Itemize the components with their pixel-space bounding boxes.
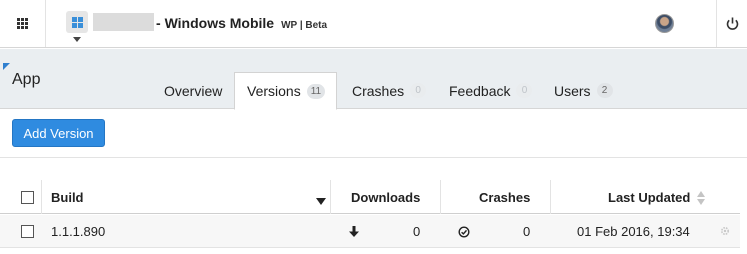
gear-icon[interactable] <box>720 226 730 236</box>
app-header: App Overview Versions 11 Crashes 0 Feedb… <box>0 49 747 110</box>
download-icon <box>349 225 359 237</box>
tab-count-badge: 0 <box>410 83 427 98</box>
add-version-button[interactable]: Add Version <box>12 119 105 147</box>
tab-count-badge: 2 <box>596 83 613 98</box>
last-updated-cell: 01 Feb 2016, 19:34 <box>577 224 690 239</box>
tab-versions[interactable]: Versions 11 <box>234 72 337 110</box>
crashes-cell: 0 <box>523 224 531 239</box>
select-all-checkbox[interactable] <box>21 190 34 204</box>
app-name: Windows Mobile <box>164 15 275 31</box>
row-checkbox[interactable] <box>21 225 34 238</box>
corner-marker-icon <box>3 63 10 70</box>
download-icon-cell <box>349 215 359 248</box>
sign-out-button[interactable] <box>716 0 747 47</box>
app-switcher[interactable] <box>66 11 90 45</box>
column-separator <box>440 180 441 214</box>
app-grid-button[interactable] <box>0 0 46 47</box>
sort-arrows-icon[interactable] <box>697 191 706 206</box>
row-checkbox-cell <box>21 215 34 248</box>
column-header-build[interactable]: Build <box>51 180 84 214</box>
avatar[interactable] <box>655 14 674 33</box>
tab-label: Overview <box>164 82 223 99</box>
column-header-last-updated[interactable]: Last Updated <box>608 180 690 214</box>
redacted-app-name <box>93 13 154 31</box>
table-row[interactable]: 1.1.1.890 0 0 01 Feb 2016, 19:34 <box>0 215 740 248</box>
caret-down-icon <box>73 37 81 42</box>
app-title-prefix: - <box>156 15 165 31</box>
app-title: - Windows Mobile WP | Beta <box>156 15 327 31</box>
tab-label: Versions <box>247 83 301 99</box>
power-icon <box>726 17 738 30</box>
column-header-downloads[interactable]: Downloads <box>351 180 420 214</box>
tab-overview[interactable]: Overview <box>164 72 222 109</box>
tab-count-badge: 11 <box>306 83 326 99</box>
column-separator <box>41 180 42 214</box>
tab-users[interactable]: Users 2 <box>554 72 613 109</box>
tab-label: Crashes <box>352 82 405 99</box>
crash-check-icon <box>458 225 470 238</box>
column-separator <box>330 180 331 214</box>
top-bar: - Windows Mobile WP | Beta <box>0 0 747 48</box>
build-filter-caret-icon[interactable] <box>316 198 326 205</box>
tab-feedback[interactable]: Feedback 0 <box>449 72 533 109</box>
page-title: App <box>12 71 41 88</box>
windows-logo-icon <box>66 11 88 33</box>
build-cell[interactable]: 1.1.1.890 <box>51 215 105 248</box>
crash-icon-cell <box>458 215 470 248</box>
tab-count-badge: 0 <box>516 83 533 98</box>
table-header: Build Downloads Crashes Last Updated <box>0 180 740 214</box>
tab-label: Users <box>554 82 591 99</box>
divider <box>0 157 747 158</box>
app-grid-icon <box>17 18 28 29</box>
column-separator <box>550 180 551 214</box>
tab-crashes[interactable]: Crashes 0 <box>352 72 427 109</box>
tab-label: Feedback <box>449 82 511 99</box>
column-header-crashes[interactable]: Crashes <box>479 180 530 214</box>
downloads-cell: 0 <box>413 224 421 239</box>
platform-label: WP | Beta <box>281 20 328 31</box>
select-all-checkbox-cell <box>21 180 34 214</box>
